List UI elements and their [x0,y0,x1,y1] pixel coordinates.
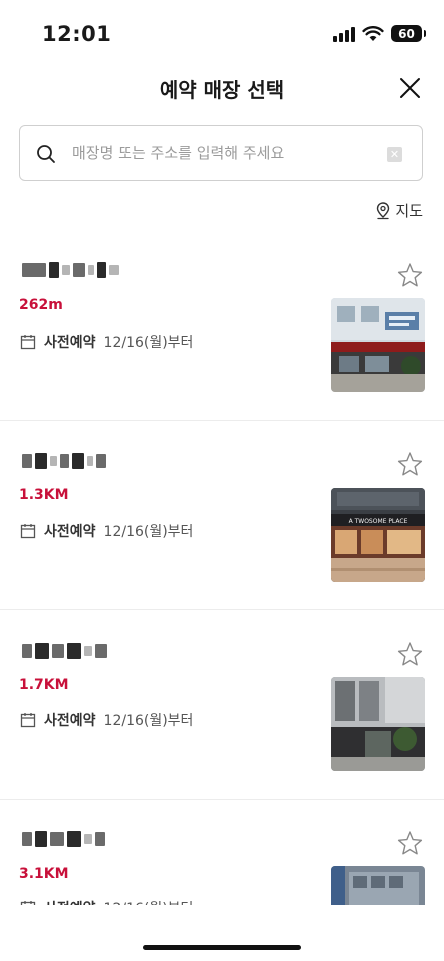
wifi-icon [362,25,384,41]
search-input[interactable] [72,136,382,170]
reservation-label: 사전예약 [44,713,96,729]
store-distance: 3.1KM [19,866,69,882]
reservation-info: 사전예약 12/16(월)부터 [20,332,193,352]
list-divider [0,420,444,421]
list-divider [0,799,444,800]
reservation-info: 사전예약 12/16(월)부터 [20,521,193,541]
store-photo [331,677,425,771]
calendar-icon [20,335,36,350]
store-photo: A TWOSOME PLACE [331,488,425,582]
store-name-blurred [22,451,106,471]
reservation-label: 사전예약 [44,524,96,540]
store-photo [331,298,425,392]
list-divider [0,609,444,610]
map-pin-icon [377,201,390,219]
search-icon [37,145,55,163]
status-time: 12:01 [42,22,112,46]
battery-level: 60 [398,26,415,41]
battery-icon: 60 [391,25,426,42]
cellular-signal-icon [333,26,355,42]
store-distance: 1.3KM [19,487,69,503]
clear-search-icon[interactable]: ✕ [387,147,402,162]
store-name-blurred [22,641,107,661]
favorite-star-icon[interactable] [397,830,423,856]
storefront-sign: A TWOSOME PLACE [349,518,408,525]
store-name-blurred [22,829,105,849]
page-title: 예약 매장 선택 [159,78,285,102]
favorite-star-icon[interactable] [397,451,423,477]
store-distance: 1.7KM [19,677,69,693]
close-icon[interactable] [398,76,422,100]
header: 예약 매장 선택 [0,68,444,108]
store-name-blurred [22,260,119,280]
favorite-star-icon[interactable] [397,262,423,288]
status-icons: 60 [333,25,426,42]
map-view-link[interactable]: 지도 [376,200,423,221]
reservation-date: 12/16(월)부터 [103,524,194,540]
calendar-icon [20,713,36,728]
reservation-date: 12/16(월)부터 [103,713,194,729]
reservation-date: 12/16(월)부터 [103,335,194,351]
reservation-label: 사전예약 [44,335,96,351]
favorite-star-icon[interactable] [397,641,423,667]
calendar-icon [20,524,36,539]
home-indicator[interactable] [143,945,301,950]
status-bar: 12:01 60 [0,0,444,70]
store-distance: 262m [19,297,63,313]
reservation-info: 사전예약 12/16(월)부터 [20,710,193,730]
search-box[interactable]: ✕ [19,125,423,181]
map-link-label: 지도 [395,202,423,220]
bottom-safe-area [0,905,444,961]
